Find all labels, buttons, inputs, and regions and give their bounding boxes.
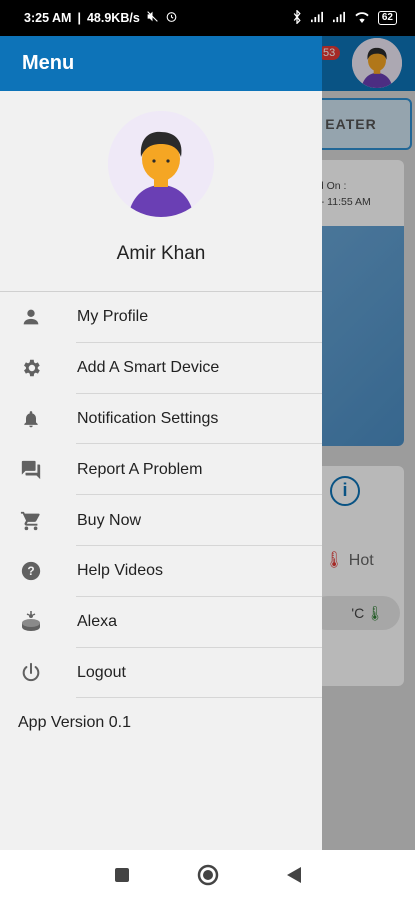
menu-item-label: Notification Settings xyxy=(77,409,219,427)
menu-item-add-smart-device[interactable]: Add A Smart Device xyxy=(0,343,322,394)
menu-item-notification-settings[interactable]: Notification Settings xyxy=(0,394,322,445)
menu-item-label: My Profile xyxy=(77,308,149,326)
status-right: 62 xyxy=(292,8,397,27)
menu-item-label: Logout xyxy=(77,663,126,681)
user-name: Amir Khan xyxy=(116,243,206,264)
wifi-icon xyxy=(354,11,370,26)
menu-item-report-problem[interactable]: Report A Problem xyxy=(0,444,322,496)
power-icon xyxy=(16,658,46,688)
menu-item-label: Alexa xyxy=(77,613,118,631)
network-speed: 48.9KB/s xyxy=(86,11,140,25)
status-time: 3:25 AM xyxy=(24,11,72,25)
drawer-title: Menu xyxy=(22,52,75,74)
menu-item-buy-now[interactable]: Buy Now xyxy=(0,495,322,546)
bluetooth-icon xyxy=(292,8,302,27)
menu-item-label: Help Videos xyxy=(77,562,163,580)
navigation-drawer: Menu Amir Khan My Profile Add A Smart De… xyxy=(0,36,322,850)
menu-item-alexa[interactable]: Alexa xyxy=(0,597,322,648)
signal-icon-2 xyxy=(332,11,346,26)
battery-icon: 62 xyxy=(377,11,397,25)
status-left: 3:25 AM | 48.9KB/s xyxy=(24,10,178,26)
signal-icon xyxy=(310,11,324,26)
avatar[interactable] xyxy=(108,111,214,217)
status-divider: | xyxy=(77,11,81,25)
drawer-header: Menu xyxy=(0,36,322,91)
menu-item-label: Report A Problem xyxy=(77,460,203,478)
back-button[interactable] xyxy=(282,863,306,887)
bell-icon xyxy=(16,404,46,434)
menu-divider xyxy=(76,697,322,699)
nosound-icon xyxy=(146,10,159,26)
menu-item-help-videos[interactable]: ? Help Videos xyxy=(0,546,322,597)
help-icon: ? xyxy=(16,556,46,586)
app-version: App Version 0.1 xyxy=(18,714,131,732)
profile-section: Amir Khan xyxy=(0,91,322,291)
recents-button[interactable] xyxy=(110,863,134,887)
menu-item-logout[interactable]: Logout xyxy=(0,648,322,699)
alexa-icon xyxy=(16,607,46,637)
alarm-icon xyxy=(165,10,178,26)
chat-icon xyxy=(16,455,46,485)
status-bar: 3:25 AM | 48.9KB/s 62 xyxy=(0,0,415,36)
person-icon xyxy=(16,302,46,332)
home-button[interactable] xyxy=(196,863,220,887)
cart-icon xyxy=(16,506,46,536)
svg-text:?: ? xyxy=(27,565,34,579)
menu-item-label: Buy Now xyxy=(77,511,142,529)
system-nav-bar xyxy=(0,850,415,900)
menu-item-my-profile[interactable]: My Profile xyxy=(0,292,322,343)
gear-icon xyxy=(16,353,46,383)
menu-item-label: Add A Smart Device xyxy=(77,359,220,377)
